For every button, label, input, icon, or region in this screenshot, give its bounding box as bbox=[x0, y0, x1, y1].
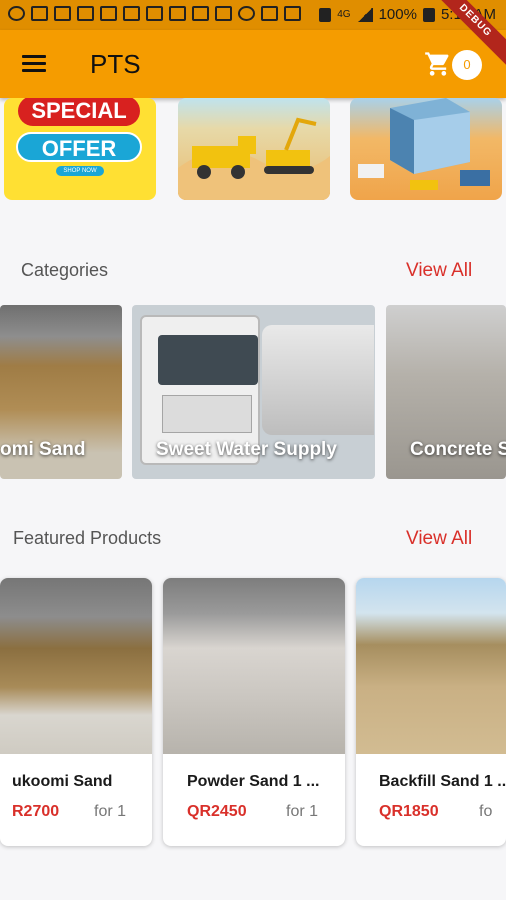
battery-icon bbox=[422, 7, 435, 22]
product-name: Backfill Sand 1 ... bbox=[379, 773, 506, 790]
product-name: Powder Sand 1 ... bbox=[187, 773, 320, 790]
product-image bbox=[356, 578, 506, 754]
trucks-illustration bbox=[178, 117, 330, 200]
mail-icon bbox=[261, 6, 278, 21]
product-price: QR2450 bbox=[187, 803, 247, 820]
hamburger-menu-icon[interactable] bbox=[22, 55, 46, 73]
image-icon bbox=[146, 6, 163, 21]
whatsapp-icon bbox=[8, 6, 25, 21]
featured-view-all-link[interactable]: View All bbox=[406, 528, 472, 550]
categories-view-all-link[interactable]: View All bbox=[406, 260, 472, 282]
product-card[interactable]: Powder Sand 1 ... QR2450 for 1 bbox=[163, 578, 345, 846]
app-title: PTS bbox=[90, 49, 141, 79]
image-icon bbox=[215, 6, 232, 21]
product-unit: for 1 bbox=[286, 803, 319, 820]
network-type: 4G bbox=[337, 9, 351, 20]
sim-icon bbox=[319, 7, 332, 22]
message-icon bbox=[31, 6, 48, 21]
app-bar: PTS 0 bbox=[0, 30, 506, 98]
mail-icon bbox=[54, 6, 71, 21]
offer-line-special: SPECIAL bbox=[18, 98, 140, 126]
building-illustration bbox=[358, 98, 490, 190]
product-price: R2700 bbox=[12, 803, 60, 820]
battery-percent: 100% bbox=[378, 6, 417, 23]
shop-now-label: SHOP NOW bbox=[56, 166, 104, 176]
image-icon bbox=[169, 6, 186, 21]
cart-count-badge[interactable]: 0 bbox=[452, 50, 482, 80]
truck-grill bbox=[162, 395, 252, 433]
category-card-sand[interactable]: omi Sand bbox=[0, 305, 122, 479]
image-icon bbox=[123, 6, 140, 21]
image-icon bbox=[192, 6, 209, 21]
whatsapp-icon bbox=[238, 6, 255, 21]
notification-icons bbox=[8, 6, 301, 21]
construction-trucks-banner[interactable] bbox=[178, 98, 330, 200]
category-card-concrete[interactable]: Concrete S bbox=[386, 305, 506, 479]
product-card[interactable]: ukoomi Sand R2700 for 1 bbox=[0, 578, 152, 846]
offer-line-offer: OFFER bbox=[16, 132, 142, 162]
truck-windshield bbox=[158, 335, 258, 385]
product-card[interactable]: Backfill Sand 1 ... QR1850 fo bbox=[356, 578, 506, 846]
product-name: ukoomi Sand bbox=[12, 773, 113, 790]
special-offer-banner[interactable]: SPECIAL OFFER SHOP NOW bbox=[4, 98, 156, 200]
category-label: Sweet Water Supply bbox=[156, 439, 337, 460]
product-image bbox=[163, 578, 345, 754]
product-unit: for 1 bbox=[94, 803, 127, 820]
featured-products-title: Featured Products bbox=[13, 528, 162, 548]
product-unit: fo bbox=[479, 803, 493, 820]
product-image bbox=[0, 578, 152, 754]
more-icon bbox=[284, 6, 301, 21]
signal-icon bbox=[356, 7, 373, 22]
missed-call-icon bbox=[77, 6, 94, 21]
shopping-cart-icon[interactable] bbox=[424, 50, 452, 78]
categories-title: Categories bbox=[21, 260, 109, 280]
status-bar: 4G 100% 5:18 AM bbox=[0, 0, 506, 30]
category-card-sweet-water[interactable]: Sweet Water Supply bbox=[132, 305, 375, 479]
water-tank-image bbox=[262, 325, 374, 435]
construction-site-banner[interactable] bbox=[350, 98, 502, 200]
product-price: QR1850 bbox=[379, 803, 439, 820]
category-label: Concrete S bbox=[410, 439, 506, 460]
category-label: omi Sand bbox=[0, 439, 86, 460]
image-icon bbox=[100, 6, 117, 21]
